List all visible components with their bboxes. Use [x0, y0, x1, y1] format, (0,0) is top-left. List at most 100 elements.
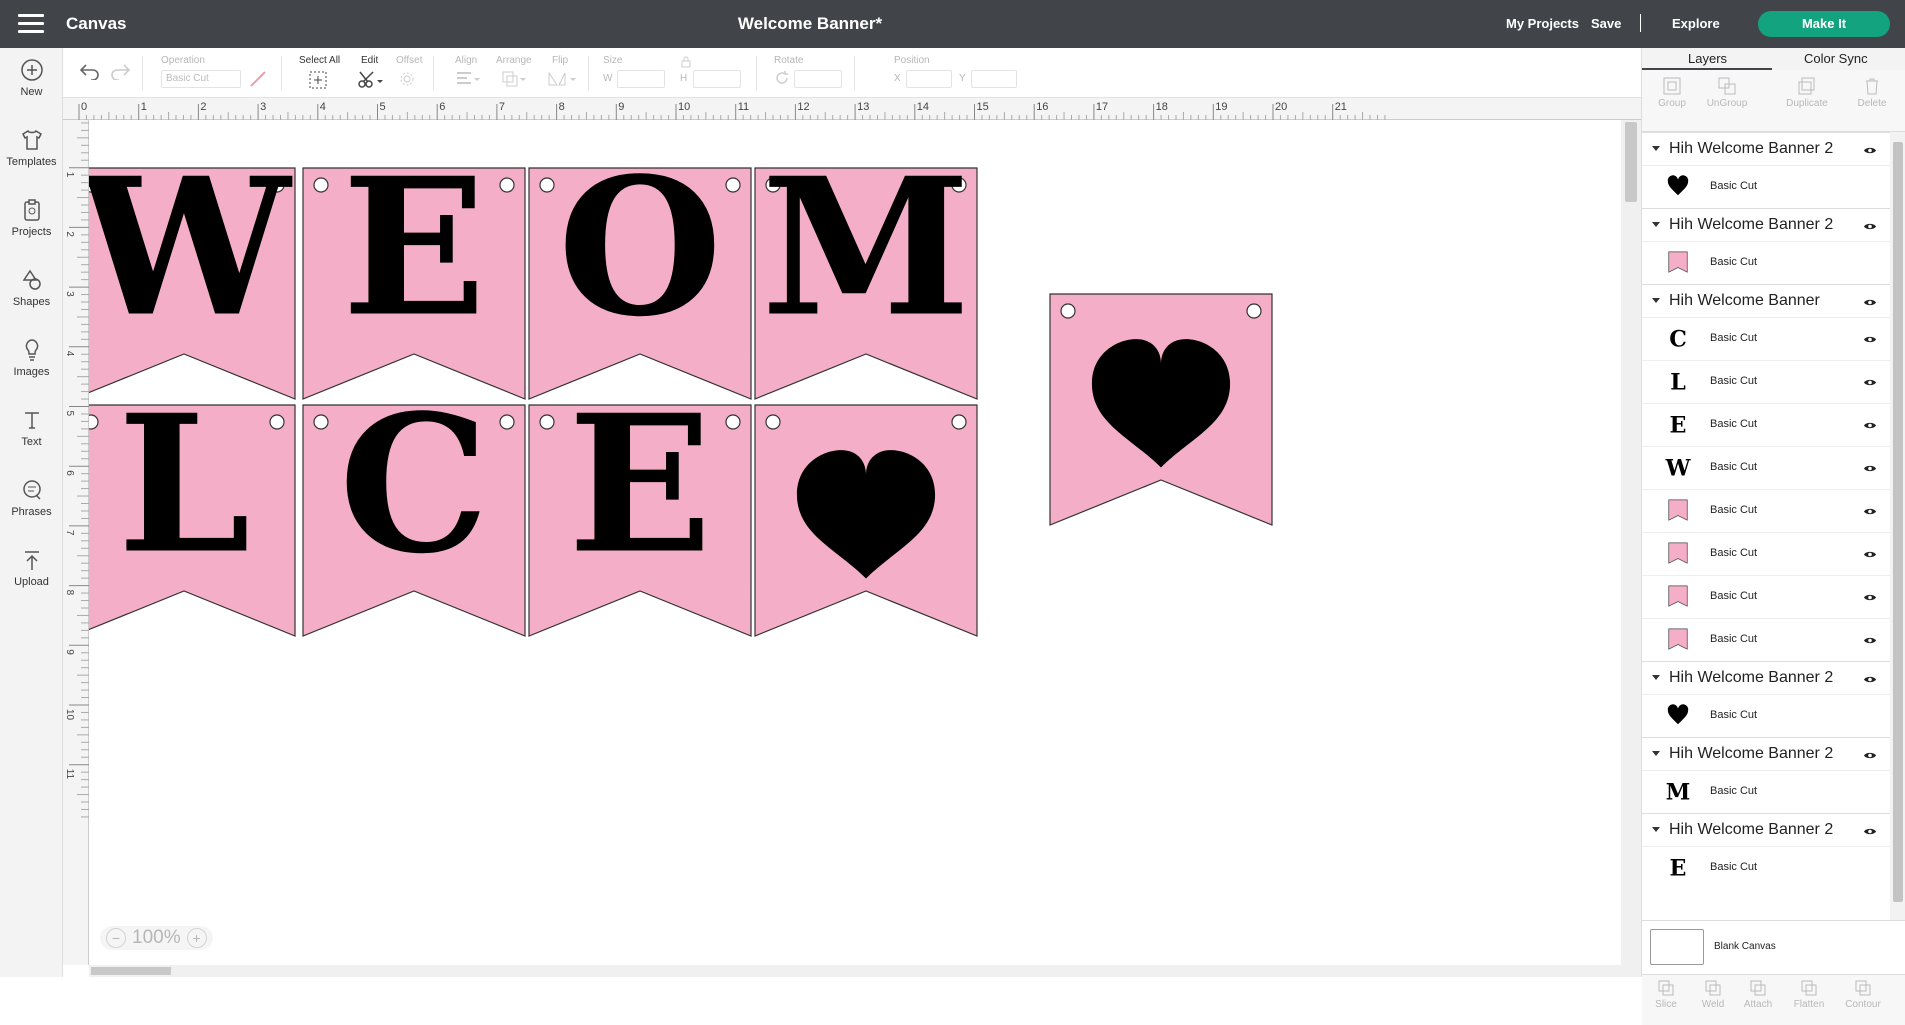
rotate-input[interactable] [794, 70, 842, 88]
pennant-row2-0[interactable]: L [89, 374, 296, 637]
align-icon[interactable] [455, 70, 481, 88]
sidebar-item-images[interactable]: Images [0, 338, 63, 378]
visibility-eye-icon[interactable] [1863, 675, 1877, 684]
layer-item[interactable]: Basic Cut [1642, 532, 1890, 575]
group-button[interactable]: Group [1642, 76, 1702, 109]
visibility-eye-icon[interactable] [1863, 421, 1877, 430]
canvas-horizontal-scrollbar[interactable] [89, 965, 1641, 977]
layer-item[interactable]: L Basic Cut [1642, 360, 1890, 403]
x-input[interactable] [906, 70, 952, 88]
lock-icon[interactable] [681, 56, 691, 68]
height-input[interactable] [693, 70, 741, 88]
layer-item[interactable]: Basic Cut [1642, 241, 1890, 284]
layer-item[interactable]: Basic Cut [1642, 694, 1890, 737]
ruler-tick-label: 6 [439, 101, 445, 113]
sidebar-item-projects[interactable]: Projects [0, 198, 63, 238]
design-canvas[interactable]: WEOM LCE [89, 120, 1621, 965]
caret-down-icon[interactable] [1652, 751, 1660, 756]
scrollbar-thumb[interactable] [1625, 122, 1637, 202]
flatten-button[interactable]: Flatten [1779, 979, 1839, 1010]
layer-item[interactable]: Basic Cut [1642, 165, 1890, 208]
pennant-row1-3[interactable]: M [754, 137, 978, 400]
caret-down-icon[interactable] [1652, 146, 1660, 151]
svg-text:M: M [1666, 779, 1691, 803]
sidebar-item-templates[interactable]: Templates [0, 128, 63, 168]
visibility-eye-icon[interactable] [1863, 378, 1877, 387]
visibility-eye-icon[interactable] [1863, 507, 1877, 516]
visibility-eye-icon[interactable] [1863, 335, 1877, 344]
caret-down-icon[interactable] [1652, 222, 1660, 227]
zoom-out-button[interactable]: − [106, 928, 126, 948]
rotate-icon[interactable] [774, 70, 790, 86]
visibility-eye-icon[interactable] [1863, 146, 1877, 155]
layer-group-name: Hih Welcome Banner 2 [1669, 140, 1834, 157]
arrange-icon[interactable] [501, 70, 527, 88]
redo-icon[interactable] [109, 62, 131, 80]
visibility-eye-icon[interactable] [1863, 636, 1877, 645]
layer-item[interactable]: W Basic Cut [1642, 446, 1890, 489]
blank-canvas-swatch[interactable] [1650, 929, 1704, 965]
caret-down-icon[interactable] [1652, 298, 1660, 303]
layer-group-header[interactable]: Hih Welcome Banner 2 [1642, 132, 1890, 165]
select-all-icon[interactable] [308, 70, 328, 90]
sidebar-item-new[interactable]: New [0, 58, 63, 98]
pennant-row1-1[interactable]: E [302, 137, 526, 400]
layer-item[interactable]: Basic Cut [1642, 618, 1890, 661]
visibility-eye-icon[interactable] [1863, 827, 1877, 836]
width-input[interactable] [617, 70, 665, 88]
pennant-row1-0[interactable]: W [89, 137, 296, 400]
visibility-eye-icon[interactable] [1863, 464, 1877, 473]
layer-group-header[interactable]: Hih Welcome Banner [1642, 284, 1890, 317]
layer-item[interactable]: Basic Cut [1642, 489, 1890, 532]
sidebar-item-upload[interactable]: Upload [0, 548, 63, 588]
delete-button[interactable]: Delete [1842, 76, 1902, 109]
pennant-row2-2[interactable]: E [528, 374, 752, 637]
pen-color-swatch-icon[interactable] [249, 70, 267, 88]
ungroup-button[interactable]: UnGroup [1697, 76, 1757, 109]
tab-layers[interactable]: Layers [1688, 51, 1727, 66]
operation-select[interactable]: Basic Cut [161, 70, 241, 88]
visibility-eye-icon[interactable] [1863, 298, 1877, 307]
visibility-eye-icon[interactable] [1863, 751, 1877, 760]
layer-group-header[interactable]: Hih Welcome Banner 2 [1642, 813, 1890, 846]
make-it-button[interactable]: Make It [1758, 11, 1890, 37]
pennant-standalone[interactable] [1049, 293, 1273, 526]
zoom-in-button[interactable]: + [186, 928, 207, 948]
caret-down-icon[interactable] [1652, 675, 1660, 680]
offset-icon[interactable] [399, 70, 423, 88]
tab-color-sync[interactable]: Color Sync [1804, 51, 1868, 66]
sidebar-item-shapes[interactable]: Shapes [0, 268, 63, 308]
layer-group-header[interactable]: Hih Welcome Banner 2 [1642, 737, 1890, 770]
layer-group-header[interactable]: Hih Welcome Banner 2 [1642, 661, 1890, 694]
visibility-eye-icon[interactable] [1863, 222, 1877, 231]
layer-group-header[interactable]: Hih Welcome Banner 2 [1642, 208, 1890, 241]
layer-item[interactable]: Basic Cut [1642, 575, 1890, 618]
canvas-vertical-scrollbar[interactable] [1621, 120, 1641, 965]
duplicate-button[interactable]: Duplicate [1777, 76, 1837, 109]
pennant-row1-2[interactable]: O [528, 137, 752, 400]
sidebar-item-text[interactable]: Text [0, 408, 63, 448]
layers-scrollbar[interactable] [1890, 132, 1905, 920]
layer-item[interactable]: M Basic Cut [1642, 770, 1890, 813]
undo-icon[interactable] [79, 62, 101, 80]
edit-scissors-icon[interactable] [357, 70, 383, 90]
layer-item[interactable]: E Basic Cut [1642, 403, 1890, 446]
y-input[interactable] [971, 70, 1017, 88]
pennant-thumbnail [1668, 542, 1688, 564]
save-link[interactable]: Save [1591, 16, 1621, 31]
flip-icon[interactable] [547, 70, 577, 88]
layer-item[interactable]: C Basic Cut [1642, 317, 1890, 360]
scrollbar-thumb[interactable] [91, 967, 171, 975]
contour-button[interactable]: Contour [1833, 979, 1893, 1010]
visibility-eye-icon[interactable] [1863, 593, 1877, 602]
pennant-row2-3[interactable] [754, 404, 978, 637]
my-projects-link[interactable]: My Projects [1506, 16, 1579, 31]
sidebar-item-phrases[interactable]: Phrases [0, 478, 63, 518]
explore-link[interactable]: Explore [1672, 16, 1720, 31]
layer-item[interactable]: E Basic Cut [1642, 846, 1890, 889]
svg-text:E: E [1670, 412, 1687, 436]
pennant-row2-1[interactable]: C [302, 374, 526, 637]
visibility-eye-icon[interactable] [1863, 550, 1877, 559]
caret-down-icon[interactable] [1652, 827, 1660, 832]
scrollbar-thumb[interactable] [1893, 142, 1903, 902]
